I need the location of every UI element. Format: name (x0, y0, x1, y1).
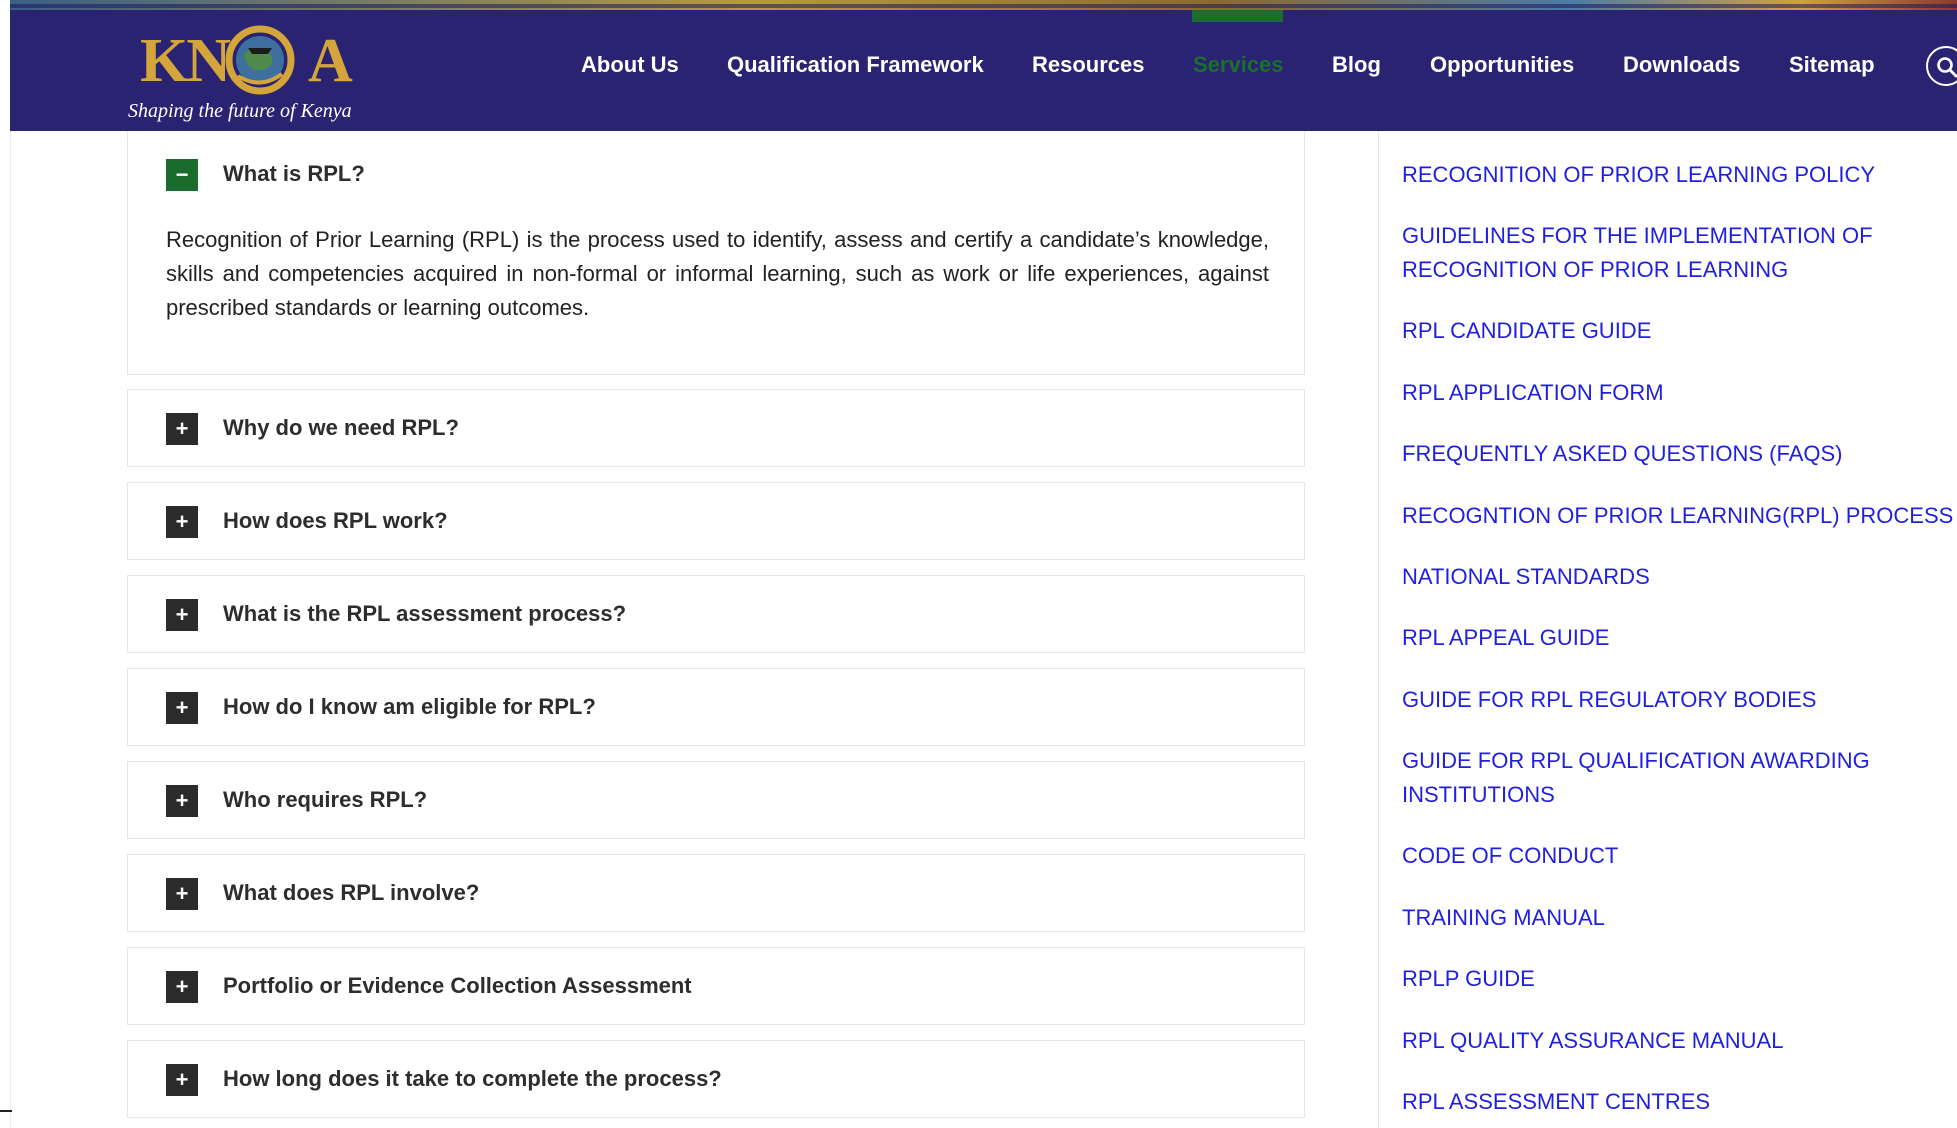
sidebar-link-awarding-institutions-cont[interactable]: INSTITUTIONS (1402, 778, 1555, 812)
faq-item[interactable]: + How long does it take to complete the … (127, 1040, 1305, 1118)
sidebar-link-assessment-centres[interactable]: RPL ASSESSMENT CENTRES (1402, 1085, 1710, 1119)
faq-question[interactable]: What is RPL? (223, 161, 365, 187)
nav-resources[interactable]: Resources (1032, 52, 1145, 78)
faq-question[interactable]: Portfolio or Evidence Collection Assessm… (223, 973, 692, 999)
faq-item[interactable]: + How does RPL work? (127, 482, 1305, 560)
sidebar-link-application-form[interactable]: RPL APPLICATION FORM (1402, 376, 1664, 410)
expand-toggle[interactable]: + (166, 971, 198, 1003)
page-left-edge (0, 0, 11, 1128)
sidebar-link-rpl-process[interactable]: RECOGNTION OF PRIOR LEARNING(RPL) PROCES… (1402, 499, 1953, 533)
site-logo[interactable]: KN A Shaping the future of Kenya (128, 18, 378, 128)
search-icon (1937, 57, 1957, 78)
faq-question[interactable]: Why do we need RPL? (223, 415, 459, 441)
faq-question[interactable]: What does RPL involve? (223, 880, 479, 906)
nav-downloads[interactable]: Downloads (1623, 52, 1740, 78)
sidebar-link-regulatory-bodies[interactable]: GUIDE FOR RPL REGULATORY BODIES (1402, 683, 1816, 717)
faq-question[interactable]: How does RPL work? (223, 508, 448, 534)
faq-item[interactable]: + Who requires RPL? (127, 761, 1305, 839)
header-top-stripe (10, 0, 1957, 10)
faq-item[interactable]: + Why do we need RPL? (127, 389, 1305, 467)
sidebar-link-rplp-guide[interactable]: RPLP GUIDE (1402, 962, 1535, 996)
resource-links-sidebar: RECOGNITION OF PRIOR LEARNING POLICY GUI… (1378, 131, 1957, 1128)
expand-toggle[interactable]: + (166, 692, 198, 724)
expand-toggle[interactable]: + (166, 413, 198, 445)
faq-question[interactable]: How do I know am eligible for RPL? (223, 694, 596, 720)
active-nav-indicator (1192, 10, 1283, 22)
faq-item[interactable]: + How do I know am eligible for RPL? (127, 668, 1305, 746)
expand-toggle[interactable]: + (166, 1064, 198, 1096)
sidebar-link-rpl-policy[interactable]: RECOGNITION OF PRIOR LEARNING POLICY (1402, 158, 1875, 192)
sidebar-link-national-standards[interactable]: NATIONAL STANDARDS (1402, 560, 1650, 594)
faq-item-open: − What is RPL? Recognition of Prior Lear… (127, 131, 1305, 375)
expand-toggle[interactable]: + (166, 785, 198, 817)
faq-item[interactable]: + What does RPL involve? (127, 854, 1305, 932)
faq-question[interactable]: How long does it take to complete the pr… (223, 1066, 722, 1092)
globe-icon (225, 25, 295, 95)
expand-toggle[interactable]: + (166, 878, 198, 910)
logo-tagline: Shaping the future of Kenya (128, 100, 352, 122)
sidebar-link-appeal-guide[interactable]: RPL APPEAL GUIDE (1402, 621, 1609, 655)
nav-services[interactable]: Services (1193, 52, 1284, 78)
collapse-toggle[interactable]: − (166, 159, 198, 191)
site-header: KN A Shaping the future of Kenya About U… (10, 0, 1957, 131)
faq-answer: Recognition of Prior Learning (RPL) is t… (166, 227, 1269, 320)
faq-question[interactable]: Who requires RPL? (223, 787, 427, 813)
sidebar-link-code-of-conduct[interactable]: CODE OF CONDUCT (1402, 839, 1618, 873)
expand-toggle[interactable]: + (166, 599, 198, 631)
faq-item[interactable]: + Portfolio or Evidence Collection Asses… (127, 947, 1305, 1025)
faq-question[interactable]: What is the RPL assessment process? (223, 601, 626, 627)
search-button[interactable] (1926, 46, 1957, 86)
nav-qualification-framework[interactable]: Qualification Framework (727, 52, 984, 78)
logo-text-left: KN (140, 27, 231, 95)
sidebar-link-awarding-institutions[interactable]: GUIDE FOR RPL QUALIFICATION AWARDING (1402, 744, 1870, 778)
sidebar-link-faqs[interactable]: FREQUENTLY ASKED QUESTIONS (FAQS) (1402, 437, 1843, 471)
sidebar-link-implementation-guidelines-cont[interactable]: RECOGNITION OF PRIOR LEARNING (1402, 253, 1788, 287)
nav-blog[interactable]: Blog (1332, 52, 1381, 78)
sidebar-link-training-manual[interactable]: TRAINING MANUAL (1402, 901, 1605, 935)
sidebar-link-candidate-guide[interactable]: RPL CANDIDATE GUIDE (1402, 314, 1651, 348)
faq-item[interactable]: + What is the RPL assessment process? (127, 575, 1305, 653)
nav-about-us[interactable]: About Us (581, 52, 679, 78)
nav-opportunities[interactable]: Opportunities (1430, 52, 1574, 78)
sidebar-link-implementation-guidelines[interactable]: GUIDELINES FOR THE IMPLEMENTATION OF (1402, 219, 1873, 253)
sidebar-link-qa-manual[interactable]: RPL QUALITY ASSURANCE MANUAL (1402, 1024, 1783, 1058)
page-edge-mark (0, 1110, 12, 1112)
nav-sitemap[interactable]: Sitemap (1789, 52, 1875, 78)
expand-toggle[interactable]: + (166, 506, 198, 538)
logo-text-right: A (308, 27, 353, 95)
